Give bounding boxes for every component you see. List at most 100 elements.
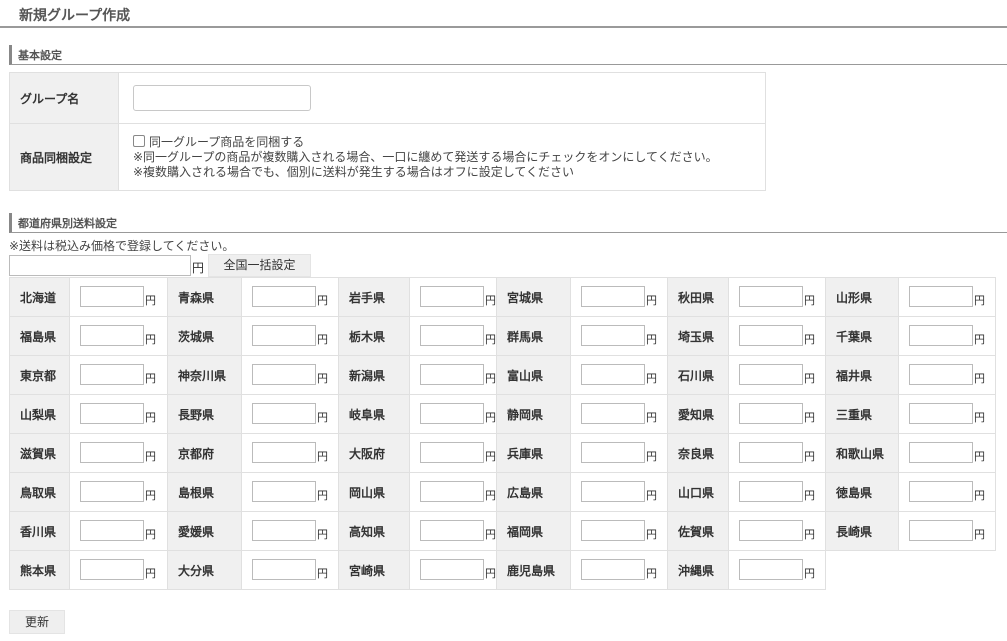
prefecture-price-input[interactable] — [739, 364, 803, 385]
prefecture-price-input[interactable] — [420, 442, 484, 463]
prefecture-price-input[interactable] — [739, 325, 803, 346]
yen-unit: 円 — [974, 528, 985, 541]
prefecture-name: 滋賀県 — [9, 433, 70, 473]
prefecture-price-cell: 円 — [241, 433, 339, 473]
prefecture-price-input[interactable] — [909, 481, 973, 502]
prefecture-name: 長野県 — [167, 394, 242, 434]
prefecture-price-cell: 円 — [69, 277, 168, 317]
prefecture-name: 静岡県 — [496, 394, 571, 434]
prefecture-price-input[interactable] — [909, 286, 973, 307]
prefecture-price-input[interactable] — [420, 286, 484, 307]
prefecture-price-input[interactable] — [80, 286, 144, 307]
group-name-input[interactable] — [133, 85, 311, 111]
prefecture-price-input[interactable] — [252, 520, 316, 541]
prefecture-price-input[interactable] — [80, 442, 144, 463]
prefecture-price-input[interactable] — [80, 325, 144, 346]
prefecture-price-input[interactable] — [909, 442, 973, 463]
bundle-checkbox[interactable] — [133, 134, 145, 147]
bundle-checkbox-label[interactable]: 同一グループ商品を同梱する — [149, 135, 304, 149]
prefecture-name: 愛媛県 — [167, 511, 242, 551]
prefecture-price-input[interactable] — [420, 325, 484, 346]
prefecture-price-input[interactable] — [420, 520, 484, 541]
prefecture-price-cell: 円 — [69, 394, 168, 434]
prefecture-price-input[interactable] — [739, 520, 803, 541]
prefecture-name: 京都府 — [167, 433, 242, 473]
yen-unit: 円 — [974, 372, 985, 385]
yen-unit: 円 — [646, 567, 657, 580]
yen-unit: 円 — [485, 528, 496, 541]
prefecture-name: 北海道 — [9, 277, 70, 317]
yen-unit: 円 — [485, 294, 496, 307]
prefecture-price-input[interactable] — [739, 559, 803, 580]
prefecture-name: 新潟県 — [338, 355, 410, 395]
prefecture-name: 香川県 — [9, 511, 70, 551]
prefecture-row: 滋賀県円京都府円大阪府円兵庫県円奈良県円和歌山県円 — [9, 433, 996, 473]
prefecture-price-input[interactable] — [739, 286, 803, 307]
yen-unit: 円 — [145, 528, 156, 541]
prefecture-price-cell: 円 — [898, 316, 996, 356]
prefecture-name: 熊本県 — [9, 550, 70, 590]
prefecture-price-input[interactable] — [909, 520, 973, 541]
prefecture-price-input[interactable] — [252, 481, 316, 502]
prefecture-price-cell: 円 — [570, 433, 668, 473]
prefecture-name: 群馬県 — [496, 316, 571, 356]
prefecture-price-input[interactable] — [581, 403, 645, 424]
prefecture-name: 大阪府 — [338, 433, 410, 473]
prefecture-price-input[interactable] — [739, 481, 803, 502]
prefecture-name: 長崎県 — [825, 511, 899, 551]
prefecture-price-input[interactable] — [252, 286, 316, 307]
prefecture-price-input[interactable] — [252, 325, 316, 346]
prefecture-price-input[interactable] — [420, 559, 484, 580]
prefecture-price-input[interactable] — [80, 403, 144, 424]
prefecture-price-cell: 円 — [69, 550, 168, 590]
prefecture-name: 佐賀県 — [667, 511, 729, 551]
prefecture-row: 山梨県円長野県円岐阜県円静岡県円愛知県円三重県円 — [9, 394, 996, 434]
prefecture-price-input[interactable] — [909, 325, 973, 346]
prefecture-name: 青森県 — [167, 277, 242, 317]
yen-unit: 円 — [145, 450, 156, 463]
prefecture-price-cell: 円 — [409, 550, 497, 590]
bundle-cell: 同一グループ商品を同梱する ※同一グループの商品が複数購入される場合、一口に纏め… — [118, 123, 766, 191]
yen-unit: 円 — [145, 567, 156, 580]
prefecture-price-input[interactable] — [252, 559, 316, 580]
prefecture-price-input[interactable] — [909, 364, 973, 385]
prefecture-name: 広島県 — [496, 472, 571, 512]
bulk-price-input[interactable] — [9, 255, 191, 276]
prefecture-price-cell: 円 — [728, 550, 826, 590]
prefecture-price-input[interactable] — [581, 286, 645, 307]
prefecture-price-input[interactable] — [420, 364, 484, 385]
bundle-checkbox-row[interactable]: 同一グループ商品を同梱する — [133, 134, 765, 150]
prefecture-name: 福岡県 — [496, 511, 571, 551]
prefecture-price-input[interactable] — [420, 403, 484, 424]
prefecture-price-input[interactable] — [581, 442, 645, 463]
prefecture-price-input[interactable] — [80, 559, 144, 580]
page-title: 新規グループ作成 — [0, 0, 1007, 28]
bulk-apply-button[interactable]: 全国一括設定 — [208, 254, 311, 277]
prefecture-price-input[interactable] — [252, 442, 316, 463]
prefecture-price-cell: 円 — [570, 277, 668, 317]
prefecture-price-input[interactable] — [80, 481, 144, 502]
prefecture-row: 香川県円愛媛県円高知県円福岡県円佐賀県円長崎県円 — [9, 511, 996, 551]
prefecture-price-input[interactable] — [581, 481, 645, 502]
prefecture-price-cell: 円 — [409, 511, 497, 551]
prefecture-price-input[interactable] — [909, 403, 973, 424]
basic-settings-table: グループ名 商品同梱設定 同一グループ商品を同梱する ※同一グループの商品が複数… — [9, 72, 766, 191]
prefecture-price-input[interactable] — [80, 520, 144, 541]
prefecture-price-input[interactable] — [581, 364, 645, 385]
prefecture-price-input[interactable] — [420, 481, 484, 502]
prefecture-price-input[interactable] — [252, 403, 316, 424]
prefecture-price-input[interactable] — [739, 442, 803, 463]
prefecture-price-input[interactable] — [739, 403, 803, 424]
prefecture-price-input[interactable] — [80, 364, 144, 385]
prefecture-name: 茨城県 — [167, 316, 242, 356]
prefecture-price-input[interactable] — [581, 559, 645, 580]
prefecture-name: 山梨県 — [9, 394, 70, 434]
prefecture-price-input[interactable] — [252, 364, 316, 385]
yen-unit: 円 — [646, 528, 657, 541]
prefecture-name: 福井県 — [825, 355, 899, 395]
prefecture-price-input[interactable] — [581, 325, 645, 346]
group-name-label: グループ名 — [9, 72, 119, 124]
update-button[interactable]: 更新 — [9, 610, 65, 634]
prefecture-price-input[interactable] — [581, 520, 645, 541]
shipping-settings-title: 都道府県別送料設定 — [18, 217, 117, 230]
